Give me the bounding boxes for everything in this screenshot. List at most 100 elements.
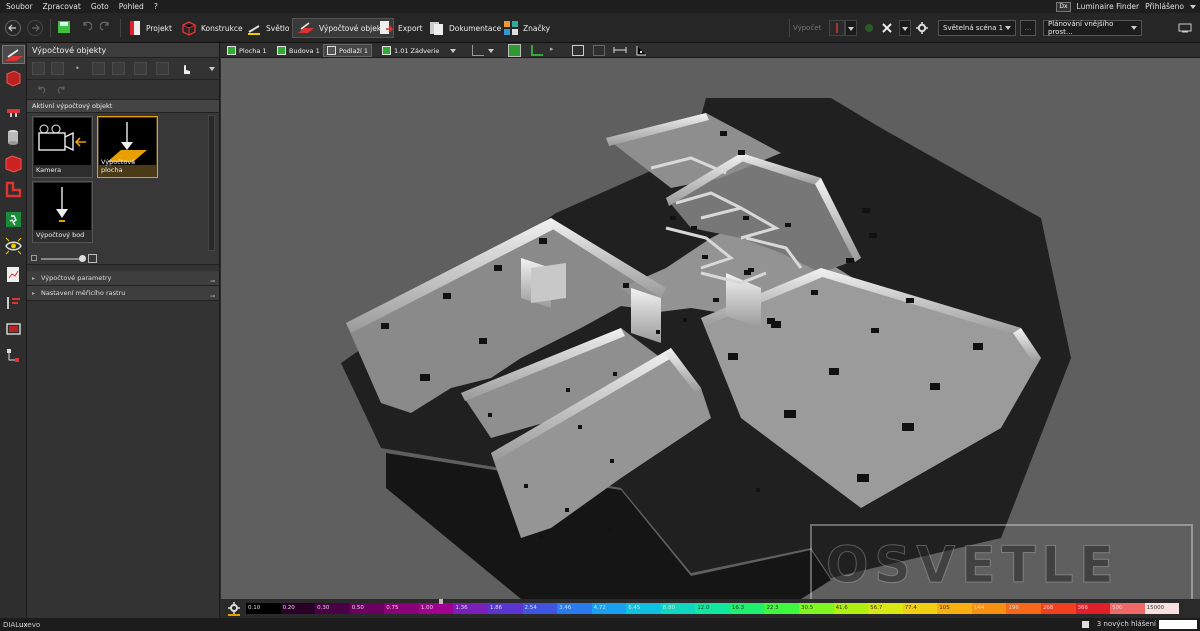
strip-emergency[interactable] xyxy=(4,210,23,229)
crumb-building[interactable]: Budova 1 xyxy=(274,44,323,57)
forward-button[interactable] xyxy=(27,20,43,36)
scale-cell: 0.20 xyxy=(280,603,316,614)
login-chevron-down-icon[interactable] xyxy=(1190,4,1196,9)
tab-svetlo[interactable]: Světlo xyxy=(246,18,289,38)
crumb-site[interactable]: Plocha 1 xyxy=(224,44,270,57)
start-calc-icon[interactable] xyxy=(864,23,874,33)
pointer-hand-icon[interactable] xyxy=(180,62,192,75)
menu-pohled[interactable]: Pohled xyxy=(119,2,144,11)
strip-visibility[interactable] xyxy=(4,236,23,255)
object-camera[interactable]: Kamera xyxy=(32,116,93,178)
gear-icon[interactable] xyxy=(228,602,240,614)
view-green-button[interactable] xyxy=(508,44,521,57)
account-area: Dx Luminaire Finder Přihlášeno xyxy=(1056,0,1196,13)
scale-cell: 0.10 xyxy=(246,603,281,614)
chevron-down-icon[interactable] xyxy=(488,49,494,53)
redo-icon[interactable] xyxy=(57,85,67,95)
panel-toolbar-secondary xyxy=(27,80,219,100)
light-scene-more-button[interactable]: ... xyxy=(1020,20,1036,36)
tab-export-label: Export xyxy=(398,23,423,33)
chevron-down-icon[interactable] xyxy=(209,67,215,71)
tab-znacky[interactable]: Značky xyxy=(503,18,550,38)
crumb-room-label: 1.01 Zádverie xyxy=(394,46,440,55)
tool-point-icon[interactable]: • xyxy=(75,64,80,73)
play-icon[interactable]: ▸ xyxy=(550,45,554,53)
toolbar-divider xyxy=(120,19,121,37)
thumbnail-size-slider[interactable] xyxy=(41,258,81,260)
strip-daylight[interactable] xyxy=(4,265,23,284)
strip-cylinder[interactable] xyxy=(4,128,23,147)
tab-export[interactable]: Export xyxy=(378,18,423,38)
strip-frame[interactable] xyxy=(4,319,23,338)
strip-room-box[interactable] xyxy=(4,68,23,87)
section-calc-parameters[interactable]: Výpočtové parametry ⊸ xyxy=(27,271,219,286)
tab-dokumentace-label: Dokumentace xyxy=(449,23,502,33)
dimension-icon[interactable] xyxy=(613,45,627,56)
3d-viewport[interactable]: OSVETLE xyxy=(221,58,1200,599)
scale-cell: 1.86 xyxy=(487,603,523,614)
monitor-icon[interactable] xyxy=(1178,23,1192,33)
tool-grid-b[interactable] xyxy=(112,62,125,75)
crumb-room[interactable]: 1.01 Zádverie xyxy=(379,44,459,57)
strip-glare[interactable] xyxy=(4,293,23,312)
calc-type-button[interactable] xyxy=(829,20,845,36)
menu-goto[interactable]: Goto xyxy=(91,2,109,11)
planning-mode-select[interactable]: Plánování vnějšího prost... xyxy=(1043,20,1142,36)
message-box[interactable] xyxy=(1159,620,1197,629)
camera-thumbnail xyxy=(34,118,91,165)
scale-cell: 366 xyxy=(1075,603,1111,614)
tool-grid-a[interactable] xyxy=(92,62,105,75)
emergency-exit-icon xyxy=(6,212,21,227)
calc-dropdown-button[interactable] xyxy=(845,20,857,36)
tab-projekt[interactable]: Projekt xyxy=(128,18,172,38)
strip-room[interactable] xyxy=(4,154,23,173)
lamp-icon xyxy=(248,25,260,35)
tool-grid-c[interactable] xyxy=(134,62,147,75)
messages-link[interactable]: 3 nových hlášení xyxy=(1097,620,1156,628)
view-floor-button[interactable] xyxy=(531,45,543,56)
zoom-fit-button[interactable] xyxy=(572,45,584,56)
strip-calc-objects[interactable] xyxy=(2,45,25,64)
chevron-down-icon[interactable] xyxy=(450,48,457,53)
view-axis-button[interactable] xyxy=(472,45,484,56)
crumb-floor[interactable]: Podlaží 1 xyxy=(323,44,372,57)
tool-plane[interactable] xyxy=(51,62,64,75)
cancel-dropdown-button[interactable] xyxy=(899,20,911,36)
calc-bars-icon xyxy=(836,23,838,33)
scale-cell: 0.50 xyxy=(349,603,385,614)
tab-dokumentace[interactable]: Dokumentace xyxy=(429,18,501,38)
height-measure-icon[interactable] xyxy=(635,45,647,56)
undo-icon[interactable] xyxy=(36,85,46,95)
menu-soubor[interactable]: Soubor xyxy=(6,2,33,11)
export-icon xyxy=(380,21,394,34)
redo-icon[interactable] xyxy=(100,21,112,33)
menu-help[interactable]: ? xyxy=(154,2,158,11)
object-calc-surface[interactable]: Výpočtová plocha xyxy=(97,116,158,178)
tab-znacky-label: Značky xyxy=(523,23,551,33)
scale-marker[interactable] xyxy=(439,599,443,604)
save-icon[interactable] xyxy=(57,20,71,34)
login-menu[interactable]: Přihlášeno xyxy=(1145,2,1184,11)
back-button[interactable] xyxy=(5,20,21,36)
strip-floor-plan[interactable] xyxy=(4,180,23,199)
tab-konstrukce[interactable]: Konstrukce xyxy=(181,18,243,38)
gallery-scrollbar[interactable] xyxy=(208,115,215,251)
section-measure-grid[interactable]: Nastavení měřicího rastru ⊸ xyxy=(27,286,219,301)
scale-cell: 196 xyxy=(1006,603,1041,614)
tool-grid-d[interactable] xyxy=(156,62,169,75)
scale-cell: 2.54 xyxy=(522,603,558,614)
tool-vertical-plane[interactable] xyxy=(32,62,45,75)
luminaire-finder-badge[interactable]: Dx xyxy=(1056,1,1071,12)
thumbnail-size-slider-handle[interactable] xyxy=(79,255,86,262)
strip-luminaire[interactable] xyxy=(4,102,23,121)
gear-icon[interactable] xyxy=(916,22,928,34)
undo-icon[interactable] xyxy=(80,21,92,33)
light-scene-select[interactable]: Světelná scéna 1 xyxy=(938,20,1016,36)
zoom-window-button[interactable] xyxy=(593,45,605,56)
object-calc-point[interactable]: Výpočtový bod xyxy=(32,181,93,243)
luminaire-finder-link[interactable]: Luminaire Finder xyxy=(1077,2,1140,11)
pin-icon[interactable]: ⊸ xyxy=(210,289,215,304)
menu-zpracovat[interactable]: Zpracovat xyxy=(43,2,81,11)
strip-measure[interactable] xyxy=(4,346,23,365)
close-icon[interactable] xyxy=(881,22,893,34)
